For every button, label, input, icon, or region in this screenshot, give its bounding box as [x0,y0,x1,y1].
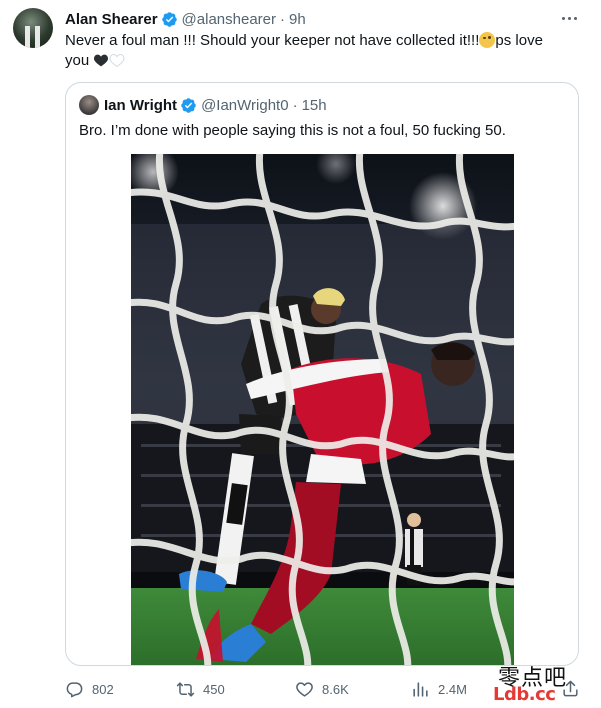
separator-dot: · [280,10,285,28]
repost-icon [176,681,195,697]
quoted-author-handle[interactable]: @IanWright0 [201,97,289,114]
reply-icon [66,681,83,697]
separator-dot: · [292,96,298,114]
quoted-author-name[interactable]: Ian Wright [104,97,177,114]
repost-button[interactable]: 450 [176,676,225,702]
face-with-raised-eyebrow-icon [479,32,496,48]
quoted-tweet[interactable]: Ian Wright @IanWright0 · 15h Bro. I’m do… [65,82,579,666]
quoted-tweet-photo[interactable] [131,154,514,665]
black-heart-icon [94,54,109,67]
more-options-icon[interactable] [557,8,581,28]
views-count: 2.4M [438,681,467,697]
tweet-timestamp[interactable]: 9h [289,11,306,28]
watermark-url: Ldb.cc [493,684,556,705]
verified-badge-icon [181,97,196,113]
tweet-text-line1: Never a foul man !!! Should your keeper … [65,32,480,49]
quoted-tweet-timestamp[interactable]: 15h [302,97,327,114]
verified-badge-icon [161,11,177,27]
white-heart-icon [109,54,125,67]
like-count: 8.6K [322,681,349,697]
views-button[interactable]: 2.4M [411,676,467,702]
author-handle[interactable]: @alanshearer [182,11,276,28]
repost-count: 450 [203,681,225,697]
author-avatar[interactable] [13,8,53,48]
quoted-tweet-header: Ian Wright @IanWright0 · 15h [104,95,327,115]
like-button[interactable]: 8.6K [295,676,349,702]
author-name[interactable]: Alan Shearer [65,11,158,28]
analytics-icon [413,681,428,697]
like-heart-icon [296,681,313,697]
reply-button[interactable]: 802 [65,676,114,702]
quoted-author-avatar[interactable] [79,95,99,115]
tweet-text: Never a foul man !!! Should your keeper … [65,31,585,71]
quoted-tweet-text: Bro. I’m done with people saying this is… [79,122,506,139]
tweet-text-ps: ps love [495,32,543,49]
site-watermark: 零点吧 Ldb.cc [493,660,593,708]
match-photo-illustration [131,154,514,665]
tweet-header: Alan Shearer @alanshearer · 9h [65,9,306,29]
reply-count: 802 [92,681,114,697]
tweet-text-line2: you [65,52,90,69]
